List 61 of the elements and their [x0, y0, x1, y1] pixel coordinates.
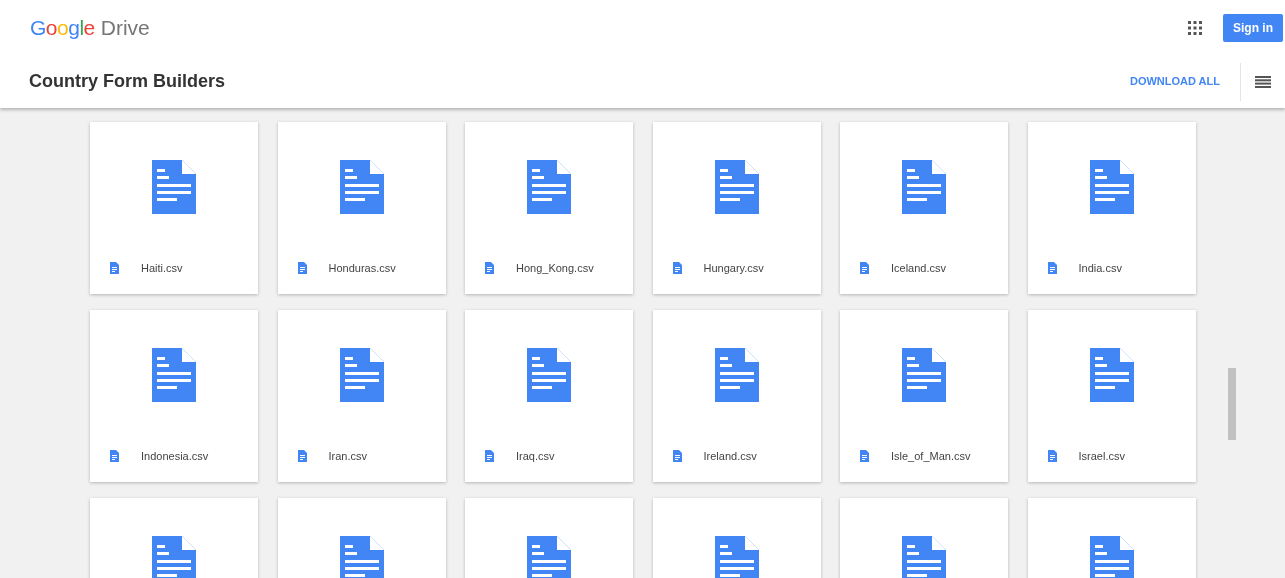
file-card[interactable]: India.csv: [1027, 122, 1196, 294]
file-name: Hong_Kong.csv: [516, 260, 594, 276]
folder-title: Country Form Builders: [29, 70, 225, 93]
file-card[interactable]: Indonesia.csv: [90, 310, 258, 482]
file-card[interactable]: Haiti.csv: [90, 122, 258, 294]
document-icon: [714, 160, 759, 214]
file-type-icon: [1047, 450, 1057, 462]
document-icon: [152, 348, 196, 402]
file-card[interactable]: Iran.csv: [277, 310, 446, 482]
document-icon: [339, 536, 384, 578]
file-name: Ireland.csv: [703, 448, 757, 464]
sign-in-button[interactable]: Sign in: [1223, 13, 1283, 42]
document-icon: [527, 160, 571, 214]
file-name: Iraq.csv: [516, 448, 555, 464]
file-name: Honduras.csv: [328, 260, 396, 276]
file-type-icon: [860, 262, 869, 274]
file-card[interactable]: Isle_of_Man.csv: [840, 310, 1008, 482]
document-icon: [1089, 536, 1134, 578]
file-type-icon: [110, 450, 119, 462]
file-card[interactable]: Honduras.csv: [277, 122, 446, 294]
document-icon: [902, 160, 946, 214]
document-icon: [902, 348, 946, 402]
document-icon: [527, 536, 571, 578]
file-type-icon: [672, 262, 682, 274]
document-icon: [714, 536, 759, 578]
file-card[interactable]: Israel.csv: [1027, 310, 1196, 482]
file-type-icon: [485, 450, 494, 462]
apps-grid-icon[interactable]: [1187, 19, 1203, 36]
file-name: Israel.csv: [1078, 448, 1125, 464]
document-icon: [152, 536, 196, 578]
file-type-icon: [860, 450, 869, 462]
file-card[interactable]: Ireland.csv: [652, 310, 821, 482]
file-type-icon: [485, 262, 494, 274]
file-name: Haiti.csv: [141, 260, 183, 276]
download-all-button[interactable]: DOWNLOAD ALL: [1129, 73, 1220, 90]
document-icon: [714, 348, 759, 402]
file-card[interactable]: Iraq.csv: [465, 310, 633, 482]
file-name: India.csv: [1078, 260, 1122, 276]
google-drive-logo[interactable]: Google Drive: [30, 11, 150, 44]
file-name: Isle_of_Man.csv: [891, 448, 971, 464]
document-icon: [152, 160, 196, 214]
scrollbar-thumb[interactable]: [1228, 368, 1236, 440]
file-name: Indonesia.csv: [141, 448, 209, 464]
document-icon: [902, 536, 946, 578]
file-type-icon: [297, 262, 307, 274]
file-name: Hungary.csv: [703, 260, 764, 276]
file-type-icon: [1047, 262, 1057, 274]
document-icon: [339, 160, 384, 214]
document-icon: [527, 348, 571, 402]
document-icon: [339, 348, 384, 402]
file-type-icon: [672, 450, 682, 462]
file-name: Iceland.csv: [891, 260, 947, 276]
list-view-icon[interactable]: [1255, 75, 1271, 88]
document-icon: [1089, 160, 1134, 214]
file-card[interactable]: Hong_Kong.csv: [465, 122, 633, 294]
document-icon: [1089, 348, 1134, 402]
file-type-icon: [110, 262, 119, 274]
file-type-icon: [297, 450, 307, 462]
file-card[interactable]: Hungary.csv: [652, 122, 821, 294]
file-name: Iran.csv: [328, 448, 367, 464]
file-card[interactable]: Iceland.csv: [840, 122, 1008, 294]
